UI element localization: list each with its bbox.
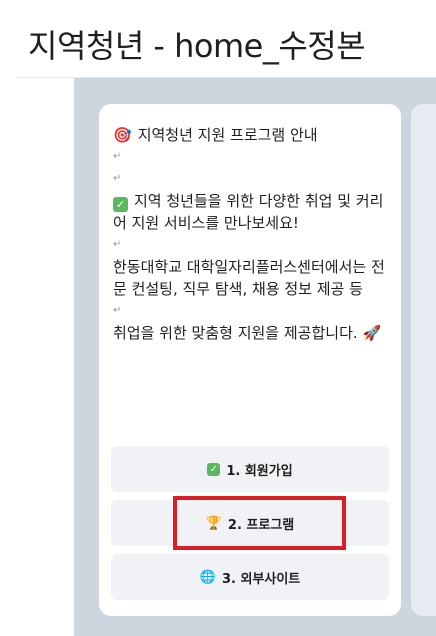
check-icon: ✓ — [113, 197, 128, 212]
trophy-icon: 🏆 — [205, 515, 222, 531]
next-card-edge — [411, 104, 436, 616]
message-intro-line: ✓ 지역 청년들을 위한 다양한 취업 및 커리어 지원 서비스를 만나보세요! — [113, 190, 388, 234]
signup-button-label: 1. 회원가입 — [226, 463, 293, 479]
line-break-icon: ↵ — [113, 151, 122, 162]
message-title-line: 🎯 지역청년 지원 프로그램 안내 — [113, 124, 388, 146]
page-title: 지역청년 - home_수정본 — [28, 27, 366, 65]
message-intro: 지역 청년들을 위한 다양한 취업 및 커리어 지원 서비스를 만나보세요! — [113, 192, 384, 232]
external-site-button-label: 3. 외부사이트 — [221, 571, 301, 587]
line-break-icon: ↵ — [113, 239, 122, 250]
program-button-label: 2. 프로그램 — [227, 517, 295, 533]
rocket-icon: 🚀 — [362, 324, 382, 342]
message-closing: 취업을 위한 맞춤형 지원을 제공합니다. — [113, 324, 358, 342]
line-break-icon: ↵ — [113, 173, 122, 184]
check-icon: ✓ — [207, 462, 221, 476]
message-text: 🎯 지역청년 지원 프로그램 안내 ↵ ↵ ✓ 지역 청년들을 위한 다양한 취업 … — [113, 124, 388, 344]
external-site-button[interactable]: 🌐 3. 외부사이트 — [111, 554, 389, 600]
message-body: 한동대학교 대학일자리플러스센터에서는 전문 컨설팅, 직무 탐색, 채용 정보… — [113, 258, 385, 298]
signup-button[interactable]: ✓ 1. 회원가입 — [111, 446, 389, 492]
message-closing-line: 취업을 위한 맞춤형 지원을 제공합니다. 🚀 — [113, 322, 388, 344]
target-icon: 🎯 — [113, 126, 132, 144]
message-title: 지역청년 지원 프로그램 안내 — [137, 126, 318, 144]
line-break-icon: ↵ — [113, 305, 122, 316]
globe-icon: 🌐 — [199, 569, 216, 585]
program-button[interactable]: 🏆 2. 프로그램 — [111, 500, 389, 546]
